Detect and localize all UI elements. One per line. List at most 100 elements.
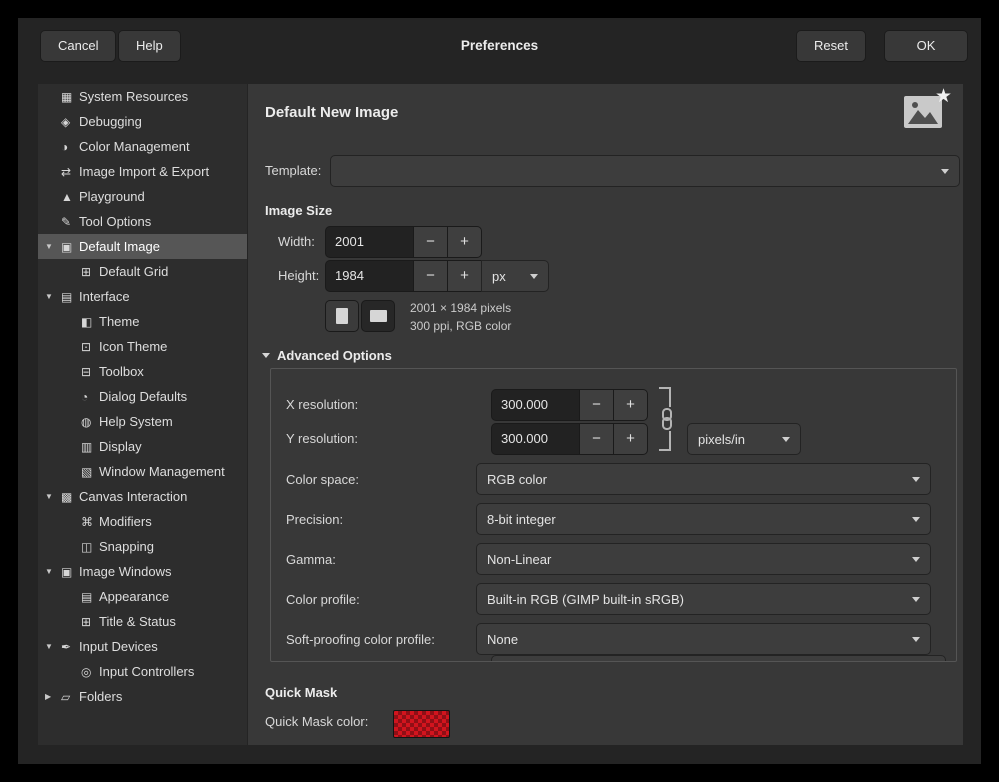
default-grid-icon: ⊞	[81, 265, 99, 279]
sidebar-item[interactable]: ⊟ Toolbox	[38, 359, 247, 384]
width-decrement-button[interactable]: −	[413, 226, 448, 258]
sidebar-item[interactable]: ▦ System Resources	[38, 84, 247, 109]
snapping-icon: ◫	[81, 540, 99, 554]
setting-dropdown[interactable]: Built-in RGB (GIMP built-in sRGB)	[476, 583, 931, 615]
system-resources-icon: ▦	[61, 90, 79, 104]
sidebar-item[interactable]: ▼ ▩ Canvas Interaction	[38, 484, 247, 509]
height-decrement-button[interactable]: −	[413, 260, 448, 292]
advanced-options-frame: X resolution: 300.000 − + Y resolution: …	[270, 368, 957, 662]
portrait-orientation-button[interactable]	[325, 300, 359, 332]
advanced-setting-row: Color space: RGB color	[271, 463, 956, 495]
tree-expander-icon[interactable]: ▼	[45, 292, 61, 301]
modifiers-icon: ⌘	[81, 515, 99, 529]
sidebar-item-label: Theme	[99, 314, 139, 329]
sidebar-item[interactable]: ⇄ Image Import & Export	[38, 159, 247, 184]
sidebar-item[interactable]: ◎ Input Controllers	[38, 659, 247, 684]
setting-value: Non-Linear	[487, 552, 551, 567]
sidebar-item-label: Input Controllers	[99, 664, 194, 679]
y-resolution-input[interactable]: 300.000	[491, 423, 580, 455]
x-resolution-input[interactable]: 300.000	[491, 389, 580, 421]
tree-expander-icon[interactable]: ▼	[45, 642, 61, 651]
y-resolution-increment-button[interactable]: +	[613, 423, 648, 455]
height-increment-button[interactable]: +	[447, 260, 482, 292]
setting-value: 8-bit integer	[487, 512, 556, 527]
sidebar-item[interactable]: ✎ Tool Options	[38, 209, 247, 234]
tree-expander-icon[interactable]: ▶	[45, 692, 61, 701]
sidebar-item[interactable]: ⊞ Title & Status	[38, 609, 247, 634]
setting-label: Soft-proofing color profile:	[271, 632, 476, 647]
chevron-down-icon	[912, 517, 920, 522]
toolbox-icon: ⊟	[81, 365, 99, 379]
advanced-combo-rows: Color space: RGB color Precision: 8-bit …	[271, 463, 956, 662]
image-size-heading: Image Size	[265, 203, 332, 218]
sidebar-item[interactable]: ▥ Display	[38, 434, 247, 459]
dialog-defaults-icon: ◔	[81, 390, 99, 404]
sidebar-item[interactable]: ▼ ▤ Interface	[38, 284, 247, 309]
setting-value: None	[487, 632, 518, 647]
height-input[interactable]: 1984	[325, 260, 414, 292]
sidebar-item[interactable]: ▶ ▱ Folders	[38, 684, 247, 709]
width-spinner: 2001 − +	[325, 226, 482, 258]
setting-dropdown[interactable]: 8-bit integer	[476, 503, 931, 535]
x-resolution-increment-button[interactable]: +	[613, 389, 648, 421]
advanced-options-heading: Advanced Options	[277, 348, 392, 363]
sidebar-item[interactable]: ▼ ▣ Default Image	[38, 234, 247, 259]
image-import-export-icon: ⇄	[61, 165, 79, 179]
title-status-icon: ⊞	[81, 615, 99, 629]
quick-mask-color-swatch[interactable]	[393, 710, 450, 738]
tool-options-icon: ✎	[61, 215, 79, 229]
advanced-setting-row: Gamma: Non-Linear	[271, 543, 956, 575]
y-resolution-spinner: 300.000 − +	[491, 423, 648, 455]
debugging-icon: ◈	[61, 115, 79, 129]
chevron-down-icon	[912, 597, 920, 602]
sidebar-item[interactable]: ◫ Snapping	[38, 534, 247, 559]
sidebar-item-label: System Resources	[79, 89, 188, 104]
setting-dropdown[interactable]: RGB color	[476, 463, 931, 495]
advanced-options-expander[interactable]: Advanced Options	[262, 346, 392, 364]
resolution-unit-dropdown[interactable]: pixels/in	[687, 423, 801, 455]
sidebar-item[interactable]: ⌘ Modifiers	[38, 509, 247, 534]
clipped-dropdown[interactable]	[491, 655, 946, 662]
setting-dropdown[interactable]: Non-Linear	[476, 543, 931, 575]
sidebar-item-label: Icon Theme	[99, 339, 167, 354]
landscape-page-icon	[370, 310, 387, 322]
tree-expander-icon[interactable]: ▼	[45, 567, 61, 576]
sidebar-item-label: Debugging	[79, 114, 142, 129]
width-input[interactable]: 2001	[325, 226, 414, 258]
sidebar-item[interactable]: ▼ ▣ Image Windows	[38, 559, 247, 584]
preferences-sidebar: ▦ System Resources ◈ Debugging ◑ Color M…	[38, 84, 247, 745]
portrait-page-icon	[336, 308, 348, 324]
sidebar-item[interactable]: ▤ Appearance	[38, 584, 247, 609]
sidebar-item[interactable]: ⊞ Default Grid	[38, 259, 247, 284]
sidebar-item[interactable]: ▼ ✒ Input Devices	[38, 634, 247, 659]
resolution-chain-link-icon[interactable]	[657, 387, 671, 457]
setting-label: Color profile:	[271, 592, 476, 607]
ok-button[interactable]: OK	[884, 30, 968, 62]
sidebar-item[interactable]: ◈ Debugging	[38, 109, 247, 134]
tree-expander-icon[interactable]: ▼	[45, 492, 61, 501]
sidebar-item[interactable]: ⊡ Icon Theme	[38, 334, 247, 359]
reset-button[interactable]: Reset	[796, 30, 866, 62]
sidebar-item[interactable]: ◔ Dialog Defaults	[38, 384, 247, 409]
chevron-down-icon	[941, 169, 949, 174]
setting-dropdown[interactable]: None	[476, 623, 931, 655]
sidebar-item[interactable]: ◑ Color Management	[38, 134, 247, 159]
sidebar-item[interactable]: ▧ Window Management	[38, 459, 247, 484]
landscape-orientation-button[interactable]	[361, 300, 395, 332]
advanced-setting-row: Precision: 8-bit integer	[271, 503, 956, 535]
sidebar-item-label: Dialog Defaults	[99, 389, 187, 404]
height-label: Height:	[278, 260, 319, 292]
template-dropdown[interactable]	[330, 155, 960, 187]
setting-value: RGB color	[487, 472, 547, 487]
sidebar-item[interactable]: ◧ Theme	[38, 309, 247, 334]
sidebar-item[interactable]: ◍ Help System	[38, 409, 247, 434]
sidebar-item-label: Playground	[79, 189, 145, 204]
width-increment-button[interactable]: +	[447, 226, 482, 258]
x-resolution-decrement-button[interactable]: −	[579, 389, 614, 421]
sidebar-item-label: Folders	[79, 689, 122, 704]
sidebar-item[interactable]: ▲ Playground	[38, 184, 247, 209]
y-resolution-decrement-button[interactable]: −	[579, 423, 614, 455]
tree-expander-icon[interactable]: ▼	[45, 242, 61, 251]
size-unit-dropdown[interactable]: px	[481, 260, 549, 292]
sidebar-item-label: Help System	[99, 414, 173, 429]
